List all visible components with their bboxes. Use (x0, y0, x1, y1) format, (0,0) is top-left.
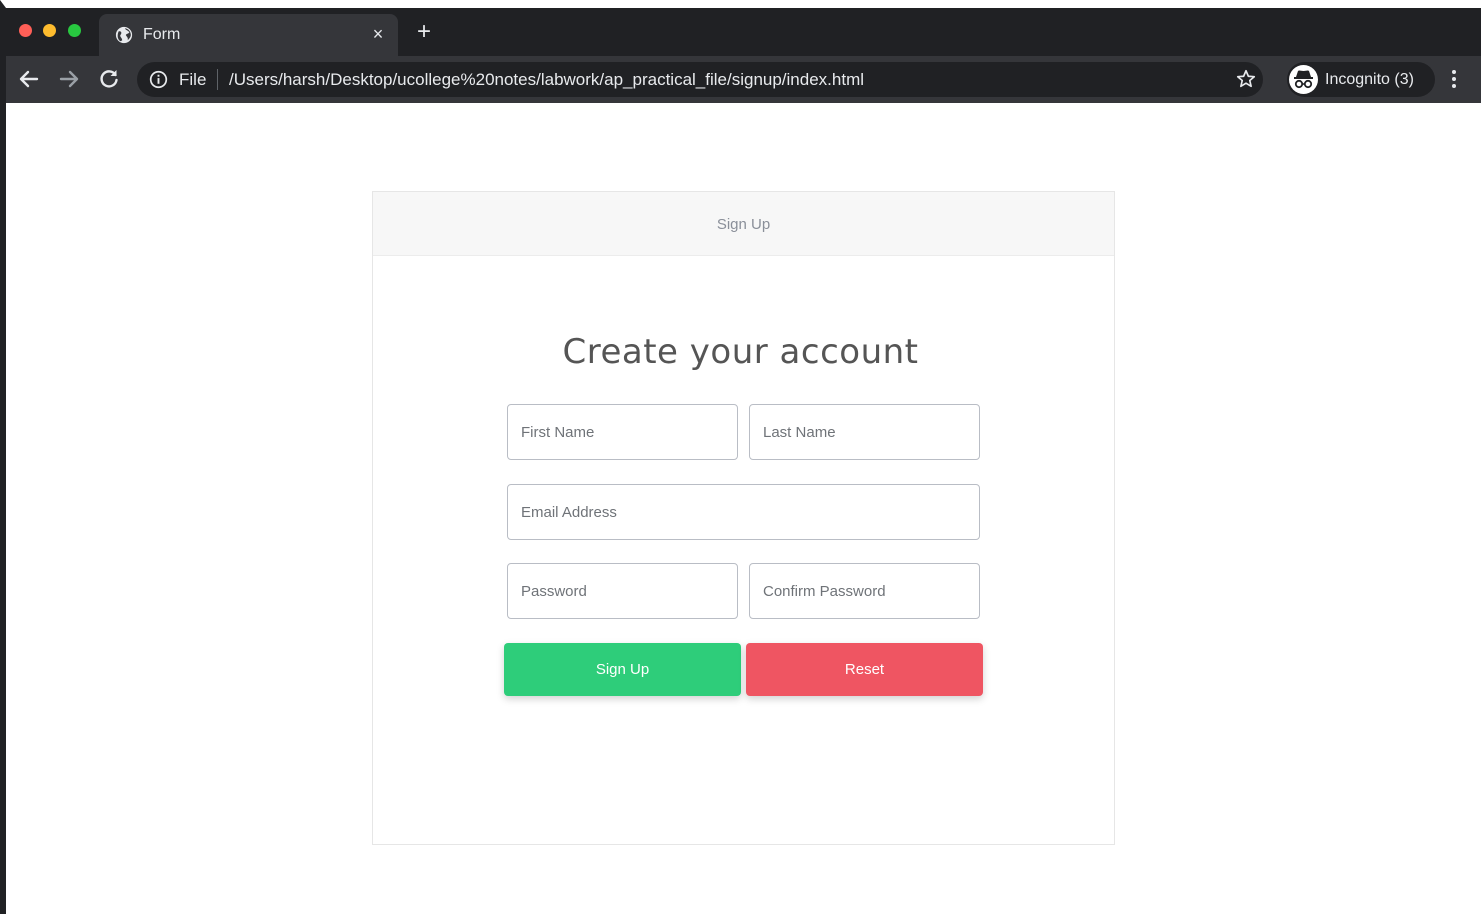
address-separator (217, 69, 218, 90)
tab-title: Form (143, 26, 181, 43)
url-scheme: File (179, 70, 207, 89)
minimize-window-button[interactable] (43, 24, 56, 37)
card-header: Sign Up (373, 192, 1114, 256)
zoom-window-button[interactable] (68, 24, 81, 37)
arrow-left-icon[interactable] (16, 66, 42, 92)
globe-icon (115, 26, 133, 44)
reload-icon[interactable] (96, 66, 122, 92)
star-icon[interactable] (1235, 68, 1257, 90)
form-heading: Create your account (562, 332, 919, 372)
arrow-right-icon[interactable] (56, 66, 82, 92)
card-header-title: Sign Up (716, 216, 771, 233)
password-input[interactable] (507, 563, 738, 619)
confirm-password-input[interactable] (749, 563, 980, 619)
sign-up-button[interactable]: Sign Up (504, 643, 741, 696)
toolbar: File /Users/harsh/Desktop/ucollege%20not… (6, 56, 1481, 103)
tab-form[interactable]: Form × (99, 14, 398, 56)
email-input[interactable] (507, 484, 980, 540)
new-tab-button[interactable]: + (412, 20, 436, 45)
last-name-input[interactable] (749, 404, 980, 460)
incognito-icon (1289, 65, 1318, 94)
incognito-profile-button[interactable]: Incognito (3) (1287, 62, 1435, 97)
incognito-label: Incognito (3) (1325, 71, 1414, 88)
close-tab-icon[interactable]: × (368, 24, 388, 44)
first-name-input[interactable] (507, 404, 738, 460)
tab-strip: Form × + (6, 8, 1481, 56)
address-bar[interactable]: File /Users/harsh/Desktop/ucollege%20not… (137, 62, 1263, 97)
info-icon[interactable] (149, 70, 168, 89)
reset-button[interactable]: Reset (746, 643, 983, 696)
url-text[interactable]: /Users/harsh/Desktop/ucollege%20notes/la… (229, 70, 864, 89)
browser-chrome: Form × + File /Users/harsh/Desktop/ucoll… (6, 8, 1481, 103)
close-window-button[interactable] (19, 24, 32, 37)
three-dots-icon[interactable] (1450, 68, 1458, 90)
